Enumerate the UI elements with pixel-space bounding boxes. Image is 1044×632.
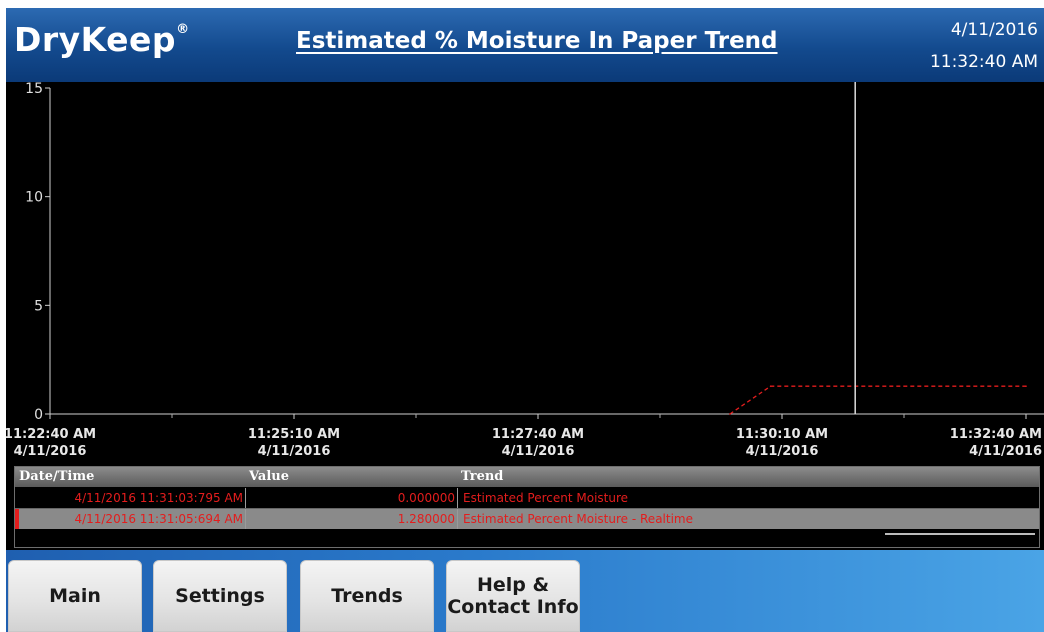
x-tick-date-label: 4/11/2016 <box>502 444 575 459</box>
y-tick-label: 15 <box>25 82 43 97</box>
row-trend: Estimated Percent Moisture - Realtime <box>463 512 693 526</box>
nav-trends-button[interactable]: Trends <box>300 560 434 632</box>
x-tick-time-label: 11:22:40 AM <box>6 427 96 442</box>
col-header-value: Value <box>249 469 289 484</box>
x-tick-date-label: 4/11/2016 <box>14 444 87 459</box>
x-tick-date-label: 4/11/2016 <box>746 444 819 459</box>
header-bar: DryKeep® Estimated % Moisture In Paper T… <box>6 8 1044 82</box>
col-header-datetime: Date/Time <box>19 469 95 484</box>
header-time: 11:32:40 AM <box>929 52 1038 72</box>
logo-text: DryKeep <box>14 20 177 59</box>
row-datetime: 4/11/2016 11:31:03:795 AM <box>74 491 243 505</box>
nav-main-label: Main <box>49 585 101 607</box>
page-title: Estimated % Moisture In Paper Trend <box>296 28 778 54</box>
col-header-trend: Trend <box>461 469 504 484</box>
table-header: Date/Time Value Trend <box>15 467 1039 487</box>
table-row[interactable]: 4/11/2016 11:31:03:795 AM 0.000000 Estim… <box>15 488 1039 509</box>
nav-settings-label: Settings <box>175 585 265 607</box>
x-tick-date-label: 4/11/2016 <box>969 444 1042 459</box>
row-trend: Estimated Percent Moisture <box>463 491 629 505</box>
y-tick-label: 0 <box>34 407 43 423</box>
x-tick-time-label: 11:27:40 AM <box>492 427 584 442</box>
trend-data-table: Date/Time Value Trend 4/11/2016 11:31:03… <box>14 466 1040 548</box>
table-row[interactable]: 4/11/2016 11:31:05:694 AM 1.280000 Estim… <box>15 509 1039 529</box>
nav-settings-button[interactable]: Settings <box>153 560 287 632</box>
series-point <box>1025 385 1027 387</box>
row-value: 0.000000 <box>397 491 455 505</box>
nav-trends-label: Trends <box>331 585 403 607</box>
x-tick-time-label: 11:32:40 AM <box>950 427 1042 442</box>
registered-mark: ® <box>176 22 190 37</box>
cell-divider <box>245 509 246 529</box>
series-point <box>729 413 731 415</box>
trend-chart[interactable]: 15 10 5 0 11:22:40 AM 4/11/2016 11:25:10 AM 4/… <box>6 82 1044 464</box>
hmi-screen: DryKeep® Estimated % Moisture In Paper T… <box>6 8 1044 632</box>
series-point <box>769 385 772 387</box>
y-tick-label: 10 <box>25 190 43 206</box>
x-tick-date-label: 4/11/2016 <box>258 444 331 459</box>
footer-nav-bar: Main Settings Trends Help & Contact Info <box>6 550 1044 632</box>
y-tick-label: 5 <box>34 298 43 314</box>
nav-main-button[interactable]: Main <box>8 560 142 632</box>
header-date: 4/11/2016 <box>950 20 1038 40</box>
nav-help-contact-label: Help & Contact Info <box>447 574 579 618</box>
chart-background <box>6 82 1044 464</box>
table-scrollbar[interactable] <box>885 533 1035 535</box>
brand-logo: DryKeep® <box>14 20 190 59</box>
x-tick-time-label: 11:30:10 AM <box>736 427 828 442</box>
nav-help-contact-button[interactable]: Help & Contact Info <box>446 560 580 632</box>
x-tick-time-label: 11:25:10 AM <box>248 427 340 442</box>
cell-divider <box>245 488 246 508</box>
row-datetime: 4/11/2016 11:31:05:694 AM <box>74 512 243 526</box>
cell-divider <box>457 509 458 529</box>
row-value: 1.280000 <box>397 512 455 526</box>
cell-divider <box>457 488 458 508</box>
